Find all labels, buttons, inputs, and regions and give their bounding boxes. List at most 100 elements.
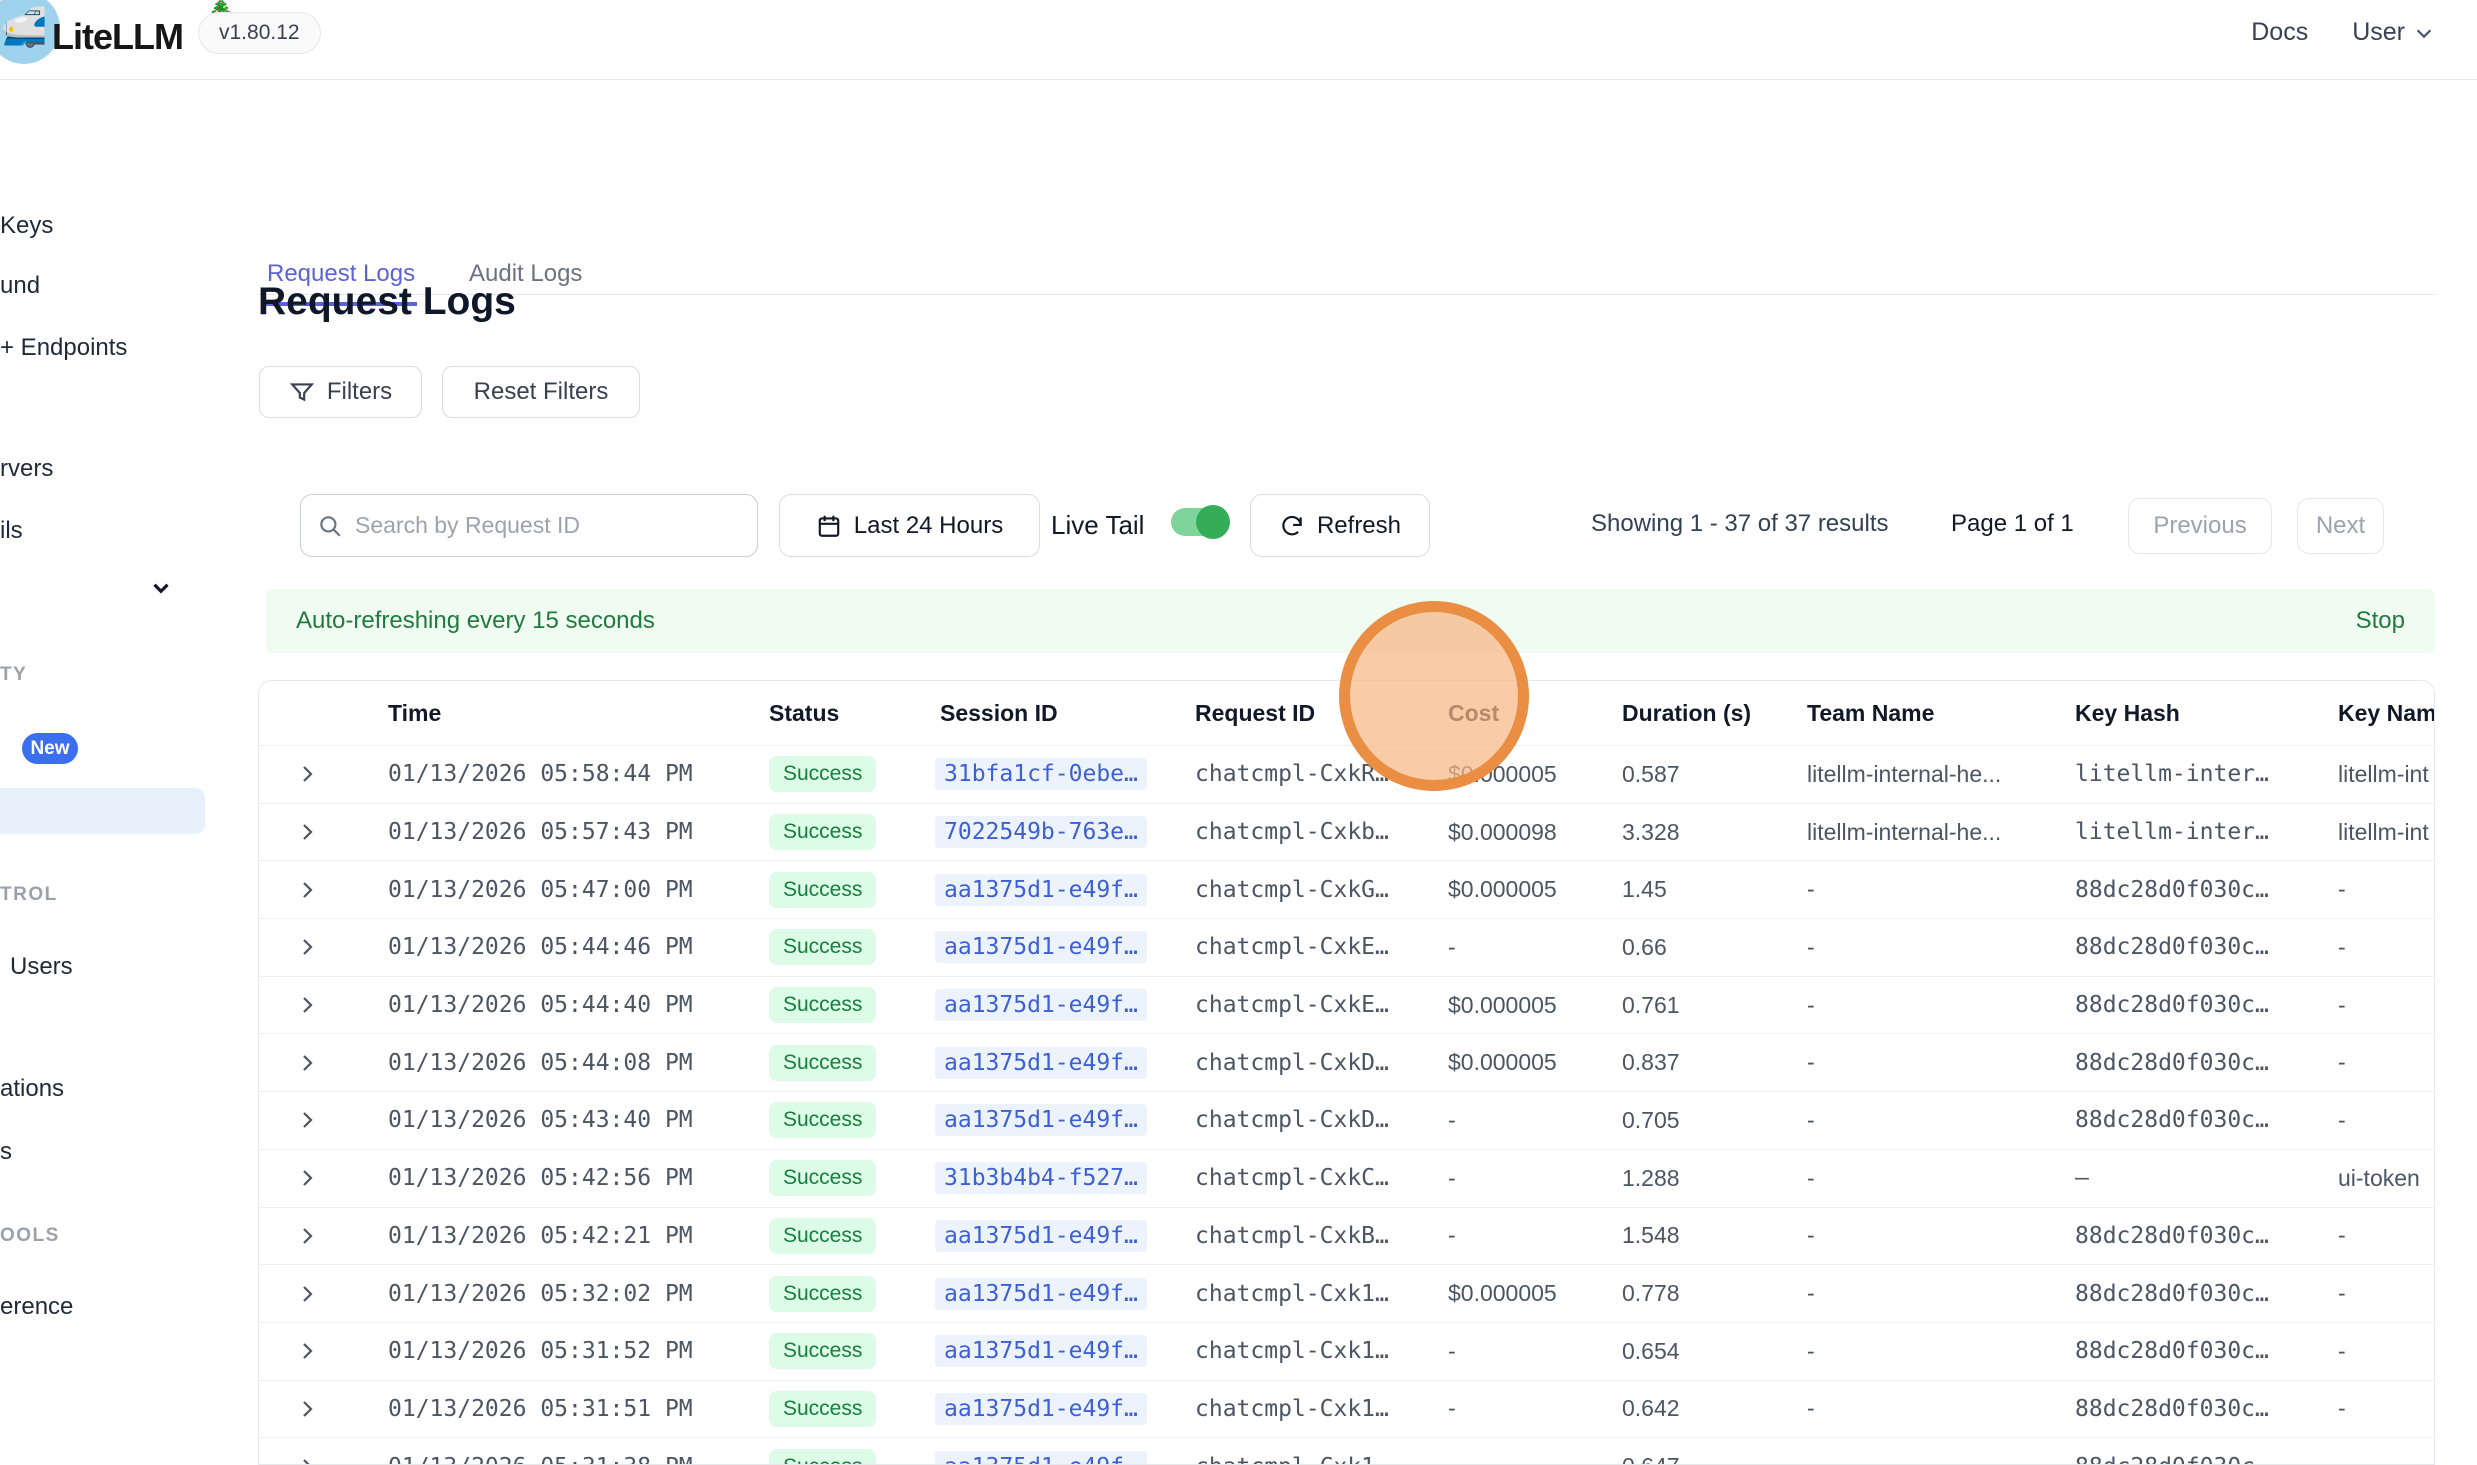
session-id-link[interactable]: aa1375d1-e49f…: [935, 989, 1147, 1021]
sidebar-item-teams[interactable]: s: [0, 1138, 12, 1166]
session-id-link[interactable]: aa1375d1-e49f…: [935, 1451, 1147, 1465]
cell-cost: $0.000098: [1439, 819, 1613, 846]
sidebar-item-servers[interactable]: rvers: [0, 455, 53, 483]
sidebar-item-playground[interactable]: und: [0, 272, 40, 300]
cell-time: 01/13/2026 05:31:51 PM: [355, 1396, 759, 1422]
time-range-button[interactable]: Last 24 Hours: [779, 494, 1040, 557]
row-expand-button[interactable]: [259, 1166, 355, 1190]
table-row[interactable]: 01/13/2026 05:44:40 PM Success aa1375d1-…: [259, 976, 2434, 1034]
cell-key-hash: litellm-inter…: [2065, 819, 2329, 845]
row-expand-button[interactable]: [259, 1455, 355, 1465]
sidebar-expand-chevron-icon[interactable]: [148, 575, 174, 601]
table-row[interactable]: 01/13/2026 05:31:51 PM Success aa1375d1-…: [259, 1380, 2434, 1438]
session-id-link[interactable]: 31bfa1cf-0ebe…: [935, 758, 1147, 790]
reset-filters-button[interactable]: Reset Filters: [442, 366, 640, 418]
table-header-row: Time Status Session ID Request ID Cost D…: [259, 681, 2434, 745]
cell-cost: -: [1439, 1395, 1613, 1422]
page-indicator: Page 1 of 1: [1951, 510, 2074, 538]
live-tail-toggle[interactable]: [1171, 508, 1227, 536]
row-expand-button[interactable]: [259, 762, 355, 786]
stop-auto-refresh-link[interactable]: Stop: [2356, 607, 2405, 635]
row-expand-button[interactable]: [259, 820, 355, 844]
cell-request-id: chatcmpl-CxkR…: [1185, 761, 1439, 787]
cell-status: Success: [759, 814, 931, 850]
cell-key-name: ui-token: [2329, 1165, 2435, 1192]
session-id-link[interactable]: aa1375d1-e49f…: [935, 1393, 1147, 1425]
session-id-link[interactable]: aa1375d1-e49f…: [935, 874, 1147, 906]
row-expand-button[interactable]: [259, 1397, 355, 1421]
session-id-link[interactable]: 31b3b4b4-f527…: [935, 1162, 1147, 1194]
chevron-right-icon: [295, 1397, 319, 1421]
cell-duration: 0.654: [1613, 1338, 1797, 1365]
cell-time: 01/13/2026 05:31:38 PM: [355, 1454, 759, 1465]
row-expand-button[interactable]: [259, 1339, 355, 1363]
cell-key-hash: 88dc28d0f030c…: [2065, 934, 2329, 960]
chevron-right-icon: [295, 820, 319, 844]
cell-time: 01/13/2026 05:57:43 PM: [355, 819, 759, 845]
col-header-duration: Duration (s): [1613, 700, 1797, 727]
cell-request-id: chatcmpl-Cxk1…: [1185, 1281, 1439, 1307]
cell-cost: $0.000005: [1439, 1049, 1613, 1076]
row-expand-button[interactable]: [259, 1282, 355, 1306]
previous-page-button[interactable]: Previous: [2128, 498, 2272, 554]
cell-session: 7022549b-763e…: [931, 816, 1185, 848]
session-id-link[interactable]: 7022549b-763e…: [935, 816, 1147, 848]
row-expand-button[interactable]: [259, 1224, 355, 1248]
cell-duration: 0.642: [1613, 1395, 1797, 1422]
cell-session: aa1375d1-e49f…: [931, 989, 1185, 1021]
chevron-right-icon: [295, 1224, 319, 1248]
session-id-link[interactable]: aa1375d1-e49f…: [935, 1104, 1147, 1136]
status-badge: Success: [769, 1218, 876, 1254]
row-expand-button[interactable]: [259, 1051, 355, 1075]
table-row[interactable]: 01/13/2026 05:31:52 PM Success aa1375d1-…: [259, 1322, 2434, 1380]
search-request-id: [300, 494, 758, 557]
table-row[interactable]: 01/13/2026 05:57:43 PM Success 7022549b-…: [259, 803, 2434, 861]
session-id-link[interactable]: aa1375d1-e49f…: [935, 1047, 1147, 1079]
session-id-link[interactable]: aa1375d1-e49f…: [935, 1335, 1147, 1367]
sidebar-item-endpoints[interactable]: + Endpoints: [0, 334, 127, 362]
table-row[interactable]: 01/13/2026 05:43:40 PM Success aa1375d1-…: [259, 1091, 2434, 1149]
cell-time: 01/13/2026 05:44:08 PM: [355, 1050, 759, 1076]
sidebar-section-access-control: TROL: [0, 884, 58, 906]
user-menu[interactable]: User: [2352, 18, 2435, 47]
sidebar-item-users[interactable]: Users: [10, 953, 73, 981]
cell-time: 01/13/2026 05:44:46 PM: [355, 934, 759, 960]
new-badge: New: [22, 733, 78, 764]
row-expand-button[interactable]: [259, 878, 355, 902]
table-row[interactable]: 01/13/2026 05:44:08 PM Success aa1375d1-…: [259, 1033, 2434, 1091]
table-row[interactable]: 01/13/2026 05:42:56 PM Success 31b3b4b4-…: [259, 1149, 2434, 1207]
table-row[interactable]: 01/13/2026 05:42:21 PM Success aa1375d1-…: [259, 1207, 2434, 1265]
refresh-button[interactable]: Refresh: [1250, 494, 1430, 557]
table-row[interactable]: 01/13/2026 05:32:02 PM Success aa1375d1-…: [259, 1264, 2434, 1322]
row-expand-button[interactable]: [259, 993, 355, 1017]
cell-status: Success: [759, 1218, 931, 1254]
filters-button[interactable]: Filters: [259, 366, 422, 418]
table-row[interactable]: 01/13/2026 05:58:44 PM Success 31bfa1cf-…: [259, 745, 2434, 803]
sidebar-item-organizations[interactable]: ations: [0, 1075, 64, 1103]
search-input[interactable]: [355, 512, 741, 539]
sidebar-item-logs-selected[interactable]: [0, 788, 205, 834]
docs-link[interactable]: Docs: [2251, 18, 2308, 47]
sidebar-item-guardrails[interactable]: ils: [0, 517, 23, 545]
cell-team-name: -: [1797, 876, 2065, 903]
table-row[interactable]: 01/13/2026 05:47:00 PM Success aa1375d1-…: [259, 860, 2434, 918]
session-id-link[interactable]: aa1375d1-e49f…: [935, 1278, 1147, 1310]
row-expand-button[interactable]: [259, 935, 355, 959]
sidebar-item-api-reference[interactable]: erence: [0, 1293, 73, 1321]
cell-status: Success: [759, 1102, 931, 1138]
chevron-right-icon: [295, 1166, 319, 1190]
chevron-right-icon: [295, 762, 319, 786]
sidebar-item-keys[interactable]: Keys: [0, 212, 53, 240]
cell-team-name: -: [1797, 992, 2065, 1019]
live-tail-label: Live Tail: [1051, 510, 1144, 541]
table-row[interactable]: 01/13/2026 05:31:38 PM Success aa1375d1-…: [259, 1437, 2434, 1465]
cell-cost: -: [1439, 1107, 1613, 1134]
refresh-icon: [1279, 513, 1305, 539]
next-page-button[interactable]: Next: [2297, 498, 2384, 554]
table-row[interactable]: 01/13/2026 05:44:46 PM Success aa1375d1-…: [259, 918, 2434, 976]
row-expand-button[interactable]: [259, 1108, 355, 1132]
session-id-link[interactable]: aa1375d1-e49f…: [935, 1220, 1147, 1252]
session-id-link[interactable]: aa1375d1-e49f…: [935, 931, 1147, 963]
cell-time: 01/13/2026 05:42:21 PM: [355, 1223, 759, 1249]
cell-key-hash: 88dc28d0f030c…: [2065, 1281, 2329, 1307]
